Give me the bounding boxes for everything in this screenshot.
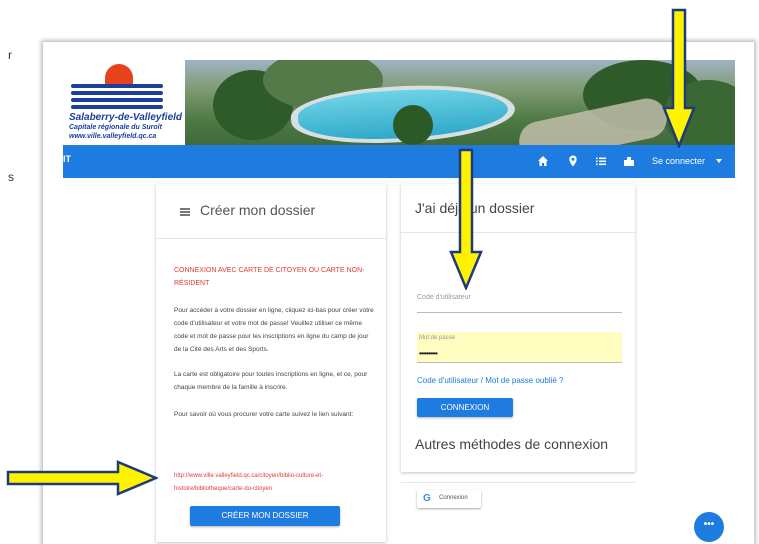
card-required-paragraph: La carte est obligatoire pour toutes ins…: [174, 371, 368, 391]
edge-text-fragment: r: [8, 48, 12, 62]
wave-icon: [71, 84, 163, 88]
navbar-left-text: IT: [63, 154, 71, 164]
top-navbar: IT Se connecter: [63, 145, 735, 178]
google-login-button[interactable]: G Connexion: [417, 490, 481, 508]
login-button[interactable]: CONNEXION: [417, 398, 513, 417]
instructions-paragraph: Pour accéder à votre dossier en ligne, c…: [174, 307, 374, 353]
google-login-label: Connexion: [439, 495, 468, 501]
annotation-arrow-down: [662, 8, 696, 148]
city-logo[interactable]: Salaberry-de-Valleyfield Capitale région…: [63, 60, 185, 146]
create-account-card: Créer mon dossier CONNEXION AVEC CARTE D…: [156, 184, 386, 542]
card-location-paragraph: Pour savoir où vous procurer votre carte…: [174, 411, 354, 418]
forgot-credentials-link[interactable]: Code d'utilisateur / Mot de passe oublié…: [417, 376, 564, 385]
logo-city-name: Salaberry-de-Valleyfield: [69, 112, 183, 123]
login-card: J'ai déjà un dossier Code d'utilisateur …: [401, 184, 635, 508]
logo-url: www.ville.valleyfield.qc.ca: [69, 133, 157, 140]
password-field-label: Mot de passe: [419, 335, 456, 341]
divider: [401, 232, 635, 233]
logo-tagline: Capitale régionale du Suroît: [69, 124, 162, 131]
sun-icon: [105, 64, 133, 84]
login-menu-link[interactable]: Se connecter: [652, 156, 705, 166]
card-red-heading: CONNEXION AVEC CARTE DE CITOYEN OU CARTE…: [174, 267, 365, 287]
password-value: ••••••••••: [419, 349, 438, 358]
username-field[interactable]: [417, 312, 622, 313]
create-account-button[interactable]: CRÉER MON DOSSIER: [190, 506, 340, 526]
create-card-title: Créer mon dossier: [200, 202, 316, 218]
home-icon[interactable]: [536, 154, 550, 168]
chat-fab-button[interactable]: •••: [694, 512, 724, 542]
chevron-down-icon[interactable]: [716, 159, 722, 163]
divider: [156, 238, 386, 239]
other-methods-title: Autres méthodes de connexion: [415, 436, 609, 452]
divider: [401, 482, 635, 483]
building-icon[interactable]: [622, 154, 636, 168]
location-pin-icon[interactable]: [566, 154, 580, 168]
google-icon: G: [423, 493, 431, 504]
annotation-arrow-right: [6, 460, 158, 496]
annotation-arrow-down: [449, 148, 483, 290]
password-field[interactable]: Mot de passe ••••••••••: [417, 332, 622, 363]
citizen-card-link[interactable]: http://www.ville.valleyfield.qc.ca/citoy…: [174, 470, 374, 496]
list-icon[interactable]: [594, 154, 608, 168]
hamburger-menu-icon: [180, 208, 190, 216]
edge-text-fragment: s: [8, 170, 14, 184]
username-field-label: Code d'utilisateur: [417, 294, 471, 301]
